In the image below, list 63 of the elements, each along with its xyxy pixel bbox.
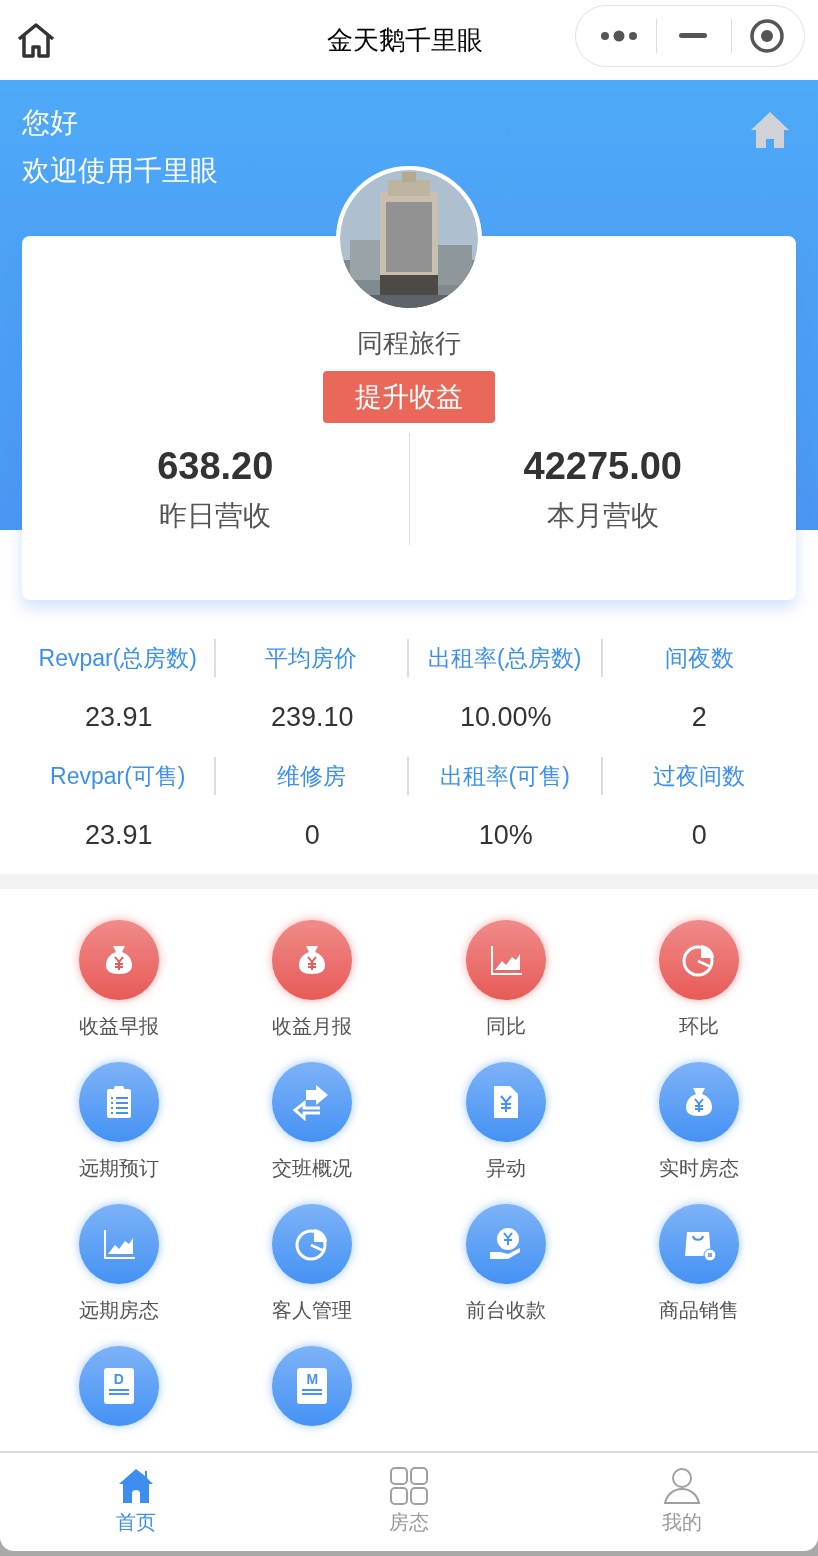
metric-value: 10.00% xyxy=(459,700,552,734)
feature-button[interactable] xyxy=(659,920,740,1000)
feature-label: 远期房态 xyxy=(78,1298,159,1322)
revenue-label: 昨日营收 xyxy=(159,499,272,533)
metric-label: 平均房价 xyxy=(265,643,358,673)
metric-value: 0 xyxy=(691,818,707,852)
tab-item[interactable]: 首页 xyxy=(0,1453,273,1551)
feature-button[interactable] xyxy=(272,920,353,1000)
minimize-icon[interactable] xyxy=(679,33,707,39)
feature-label: 交班概况 xyxy=(272,1156,353,1180)
revenue-label: 本月营收 xyxy=(546,499,659,533)
metric-value: 23.91 xyxy=(84,818,153,852)
metric-label: 出租率(可售) xyxy=(439,761,570,791)
feature-button[interactable]: M xyxy=(272,1346,353,1426)
feature-button[interactable] xyxy=(78,1204,159,1284)
feature-button[interactable] xyxy=(272,1062,353,1142)
user-icon xyxy=(662,1467,701,1505)
page-title: 金天鹅千里眼 xyxy=(326,23,484,57)
feature-button[interactable] xyxy=(78,920,159,1000)
feature-button[interactable] xyxy=(272,1204,353,1284)
feature-button[interactable]: D xyxy=(78,1346,159,1426)
hotel-name: 同程旅行 xyxy=(357,327,461,360)
feature-label: 实时房态 xyxy=(659,1156,740,1180)
feature-label: 远期预订 xyxy=(78,1156,159,1180)
revenue-value: 638.20 xyxy=(157,444,274,488)
close-icon[interactable] xyxy=(749,18,785,54)
feature-button[interactable] xyxy=(465,920,546,1000)
metric-label: Revpar(总房数) xyxy=(38,643,197,673)
letter-document-icon: D xyxy=(103,1368,134,1404)
boost-revenue-button[interactable]: 提升收益 xyxy=(323,371,495,423)
feature-label: 商品销售 xyxy=(659,1298,740,1322)
feature-label: 同比 xyxy=(485,1014,526,1038)
metric-value: 2 xyxy=(691,700,707,734)
metric-label: Revpar(可售) xyxy=(50,761,186,791)
metric-label: 间夜数 xyxy=(664,643,734,673)
feature-label: 前台收款 xyxy=(465,1298,546,1322)
feature-button[interactable] xyxy=(659,1062,740,1142)
welcome-text: 欢迎使用千里眼 xyxy=(22,154,218,188)
tab-item[interactable]: 我的 xyxy=(545,1453,818,1551)
letter-document-icon: M xyxy=(297,1368,328,1404)
metric-label: 出租率(总房数) xyxy=(428,643,582,673)
feature-button[interactable] xyxy=(78,1062,159,1142)
feature-button[interactable] xyxy=(465,1204,546,1284)
metric-value: 239.10 xyxy=(270,700,354,734)
more-icon[interactable] xyxy=(600,30,640,42)
metric-label: 维修房 xyxy=(276,761,346,791)
metric-value: 0 xyxy=(304,818,320,852)
revenue-value: 42275.00 xyxy=(523,444,682,488)
metric-label: 过夜间数 xyxy=(653,761,746,791)
tab-item[interactable]: 房态 xyxy=(272,1453,546,1551)
feature-button[interactable] xyxy=(659,1204,740,1284)
feature-label: 收益早报 xyxy=(78,1014,159,1038)
feature-button[interactable] xyxy=(465,1062,546,1142)
metric-value: 23.91 xyxy=(84,700,153,734)
home-icon xyxy=(117,1467,156,1505)
feature-label: 异动 xyxy=(485,1156,526,1180)
feature-label: 客人管理 xyxy=(272,1298,353,1322)
metric-value: 10% xyxy=(478,818,533,852)
feature-label: 环比 xyxy=(679,1014,720,1038)
greeting-text: 您好 xyxy=(22,106,78,140)
home-icon[interactable] xyxy=(16,22,56,58)
grid-icon xyxy=(390,1467,428,1505)
feature-label: 收益月报 xyxy=(272,1014,353,1038)
